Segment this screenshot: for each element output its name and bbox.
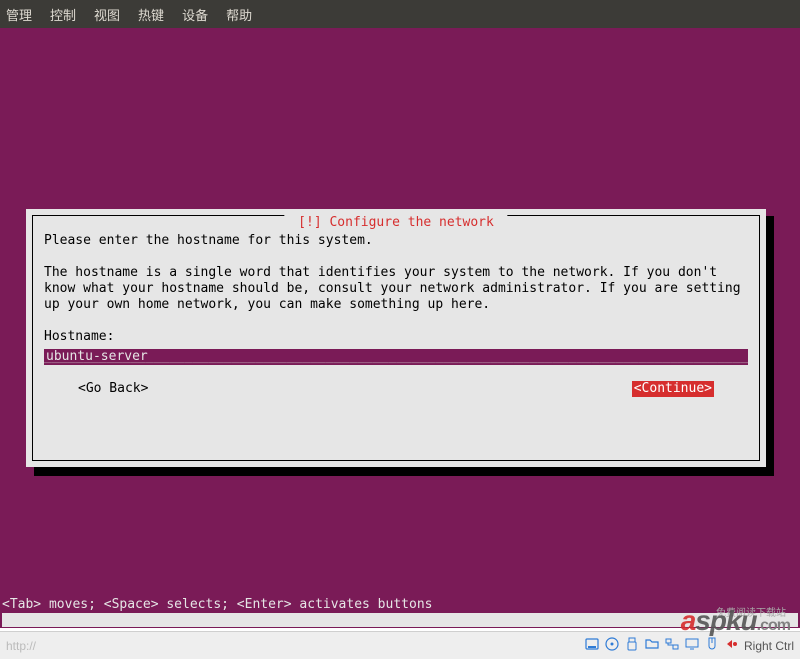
menu-help[interactable]: 帮助 bbox=[226, 5, 252, 24]
record-icon[interactable] bbox=[724, 636, 740, 655]
configure-network-dialog: [!] Configure the network Please enter t… bbox=[26, 209, 766, 467]
status-url: http:// bbox=[6, 639, 36, 653]
hostname-label: Hostname: bbox=[44, 329, 748, 345]
menu-control[interactable]: 控制 bbox=[50, 5, 76, 24]
keyboard-hint: <Tab> moves; <Space> selects; <Enter> ac… bbox=[2, 597, 432, 612]
display-icon[interactable] bbox=[684, 636, 700, 655]
menu-hotkeys[interactable]: 热键 bbox=[138, 5, 164, 24]
hostname-value: ubuntu-server bbox=[46, 349, 148, 364]
menu-manage[interactable]: 管理 bbox=[6, 5, 32, 24]
vm-statusbar: http:// Right Ctrl bbox=[0, 631, 800, 659]
mouse-capture-icon[interactable] bbox=[704, 636, 720, 655]
status-icons: Right Ctrl bbox=[584, 636, 794, 655]
cd-icon[interactable] bbox=[604, 636, 620, 655]
hint-bar-bg bbox=[2, 613, 798, 627]
hostkey-label: Right Ctrl bbox=[744, 639, 794, 653]
disk-icon[interactable] bbox=[584, 636, 600, 655]
go-back-button[interactable]: <Go Back> bbox=[78, 381, 148, 397]
menu-view[interactable]: 视图 bbox=[94, 5, 120, 24]
usb-icon[interactable] bbox=[624, 636, 640, 655]
watermark-subtitle: 免费阅读下载站 bbox=[716, 604, 786, 619]
dialog-desc-text: The hostname is a single word that ident… bbox=[44, 265, 748, 313]
continue-button[interactable]: <Continue> bbox=[632, 381, 714, 397]
guest-screen: [!] Configure the network Please enter t… bbox=[0, 28, 800, 628]
hostname-input[interactable]: ________________________________________… bbox=[44, 349, 748, 365]
folder-icon[interactable] bbox=[644, 636, 660, 655]
menu-devices[interactable]: 设备 bbox=[182, 5, 208, 24]
vm-menubar: 管理 控制 视图 热键 设备 帮助 bbox=[0, 0, 800, 28]
network-icon[interactable] bbox=[664, 636, 680, 655]
dialog-intro-text: Please enter the hostname for this syste… bbox=[44, 233, 748, 249]
